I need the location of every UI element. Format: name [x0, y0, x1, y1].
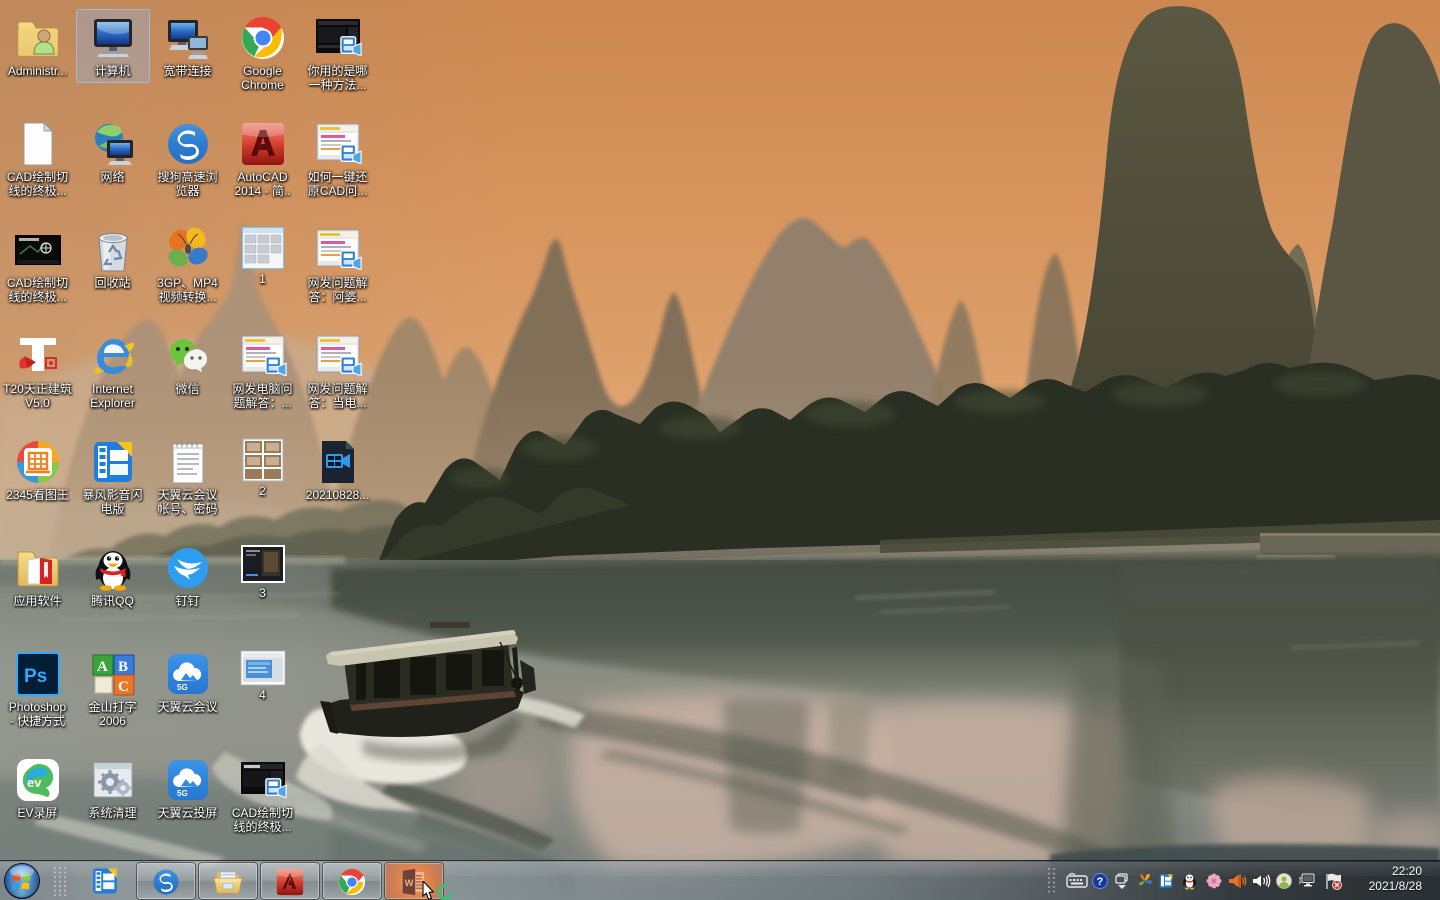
svg-text:C: C	[118, 679, 129, 695]
svg-text:?: ?	[1097, 876, 1104, 888]
svg-text:W: W	[405, 878, 414, 888]
svg-text:B: B	[118, 659, 128, 675]
svg-text:Ps: Ps	[24, 666, 47, 687]
svg-text:A: A	[97, 659, 108, 675]
svg-text:ev: ev	[27, 775, 42, 790]
